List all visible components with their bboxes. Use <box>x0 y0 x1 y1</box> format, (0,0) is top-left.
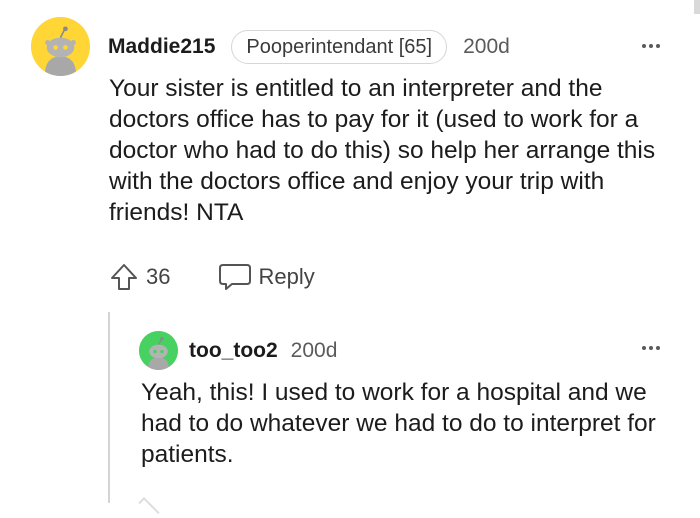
more-options-icon[interactable] <box>642 44 660 48</box>
vote-group: 36 <box>108 261 170 293</box>
scrollbar[interactable] <box>694 0 700 14</box>
speech-bubble-icon <box>218 262 252 292</box>
thread-line[interactable] <box>108 312 110 503</box>
username[interactable]: too_too2 <box>189 339 278 363</box>
upvote-arrow-icon[interactable] <box>138 497 160 518</box>
reply-meta: too_too2 200d <box>189 336 337 366</box>
reply-button[interactable]: Reply <box>218 262 315 292</box>
comment-age: 200d <box>290 339 338 362</box>
upvote-arrow-icon[interactable] <box>108 261 140 293</box>
avatar[interactable] <box>139 331 178 370</box>
avatar[interactable] <box>31 17 90 76</box>
snoo-avatar-icon <box>139 331 178 370</box>
comment-meta: Maddie215 Pooperintendant [65] 200d <box>108 30 510 64</box>
username[interactable]: Maddie215 <box>108 35 215 59</box>
user-flair: Pooperintendant [65] <box>231 30 448 64</box>
vote-score: 36 <box>146 264 171 289</box>
comment-age: 200d <box>463 35 510 58</box>
comment-body: Your sister is entitled to an interprete… <box>109 75 656 226</box>
more-options-icon[interactable] <box>642 346 660 350</box>
snoo-avatar-icon <box>31 17 90 76</box>
reply-body: Yeah, this! I used to work for a hospita… <box>141 379 656 468</box>
comment-actions: 36 Reply <box>108 259 315 295</box>
reply-label: Reply <box>258 264 315 289</box>
